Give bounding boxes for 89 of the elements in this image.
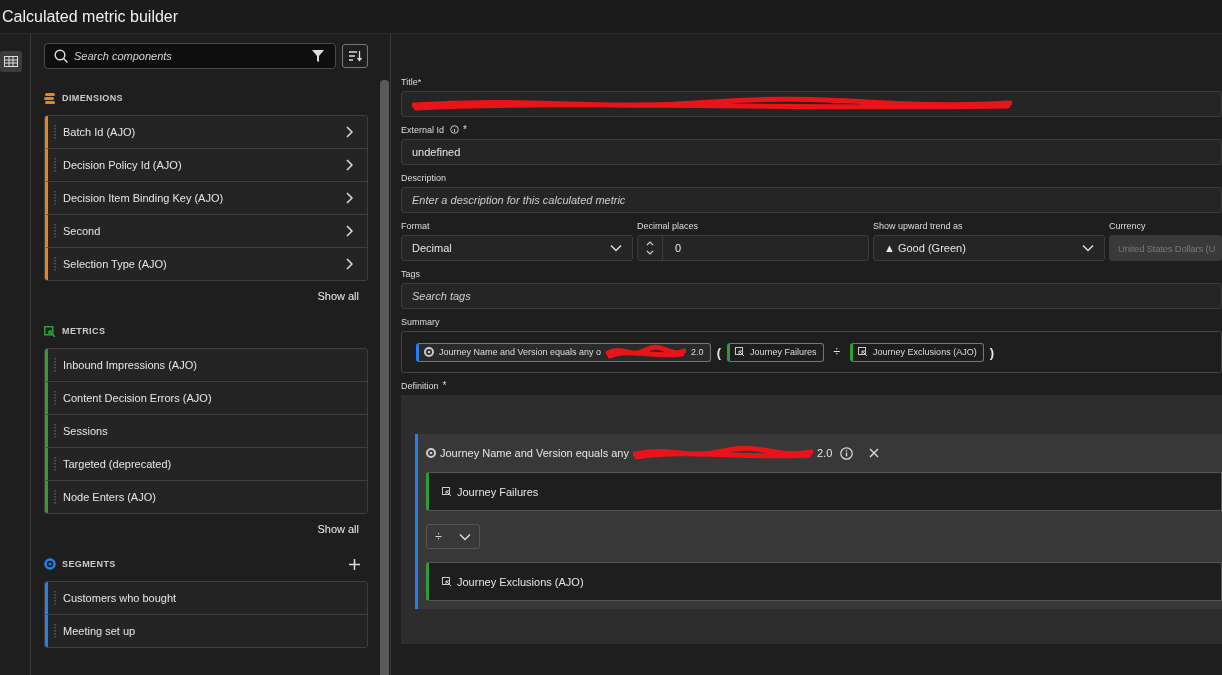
drag-handle-icon	[54, 158, 56, 172]
required-mark: *	[463, 124, 467, 135]
metric-icon	[858, 347, 869, 357]
field-label: Description	[401, 172, 447, 183]
field-label: External Id	[401, 124, 445, 135]
metric-row[interactable]: Journey Failures	[426, 472, 1222, 511]
operator-dropdown[interactable]: ÷	[426, 524, 480, 549]
show-all-link[interactable]: Show all	[317, 523, 359, 535]
section-heading: METRICS	[62, 326, 106, 336]
field-label: Summary	[401, 316, 440, 327]
info-icon	[840, 446, 854, 460]
section-heading: DIMENSIONS	[62, 93, 123, 103]
section-heading: SEGMENTS	[62, 559, 116, 569]
field-label: Tags	[401, 268, 420, 279]
add-button[interactable]	[349, 558, 360, 570]
chevron-right-icon	[345, 258, 353, 270]
table-icon	[4, 56, 18, 67]
drag-handle-icon	[54, 125, 56, 139]
sort-icon	[348, 50, 362, 62]
window-title: Calculated metric builder	[2, 7, 179, 26]
scrollbar-thumb[interactable]	[380, 80, 389, 675]
panel-toggle-button[interactable]	[0, 51, 22, 72]
field-label: Currency	[1109, 220, 1146, 231]
decimal-places-field[interactable]: 0	[637, 235, 869, 261]
info-icon	[450, 125, 460, 134]
component-item[interactable]: Decision Policy Id (AJO)	[45, 149, 367, 182]
metric-icon	[442, 576, 452, 587]
chevron-right-icon	[345, 159, 353, 171]
component-item[interactable]: Content Decision Errors (AJO)	[45, 382, 367, 415]
close-button[interactable]	[869, 448, 880, 458]
drag-handle-icon	[54, 424, 56, 438]
drag-handle-icon	[54, 224, 56, 238]
format-dropdown[interactable]: Decimal	[401, 235, 633, 261]
field-label: Definition	[401, 380, 439, 391]
chevron-right-icon	[345, 126, 353, 138]
component-item[interactable]: Second	[45, 215, 367, 248]
description-field[interactable]: Enter a description for this calculated metric	[401, 187, 1222, 213]
component-item[interactable]: Inbound Impressions (AJO)	[45, 349, 367, 382]
component-item[interactable]: Sessions	[45, 415, 367, 448]
metric-row[interactable]: Journey Exclusions (AJO)	[426, 562, 1222, 601]
metric-chip[interactable]: Journey Failures	[726, 342, 824, 362]
drag-handle-icon	[54, 591, 56, 605]
plus-icon	[349, 558, 360, 570]
component-item[interactable]: Targeted (deprecated)	[45, 448, 367, 481]
parenthesis: (	[716, 344, 721, 360]
container-title: Journey Name and Version equals any	[440, 447, 629, 459]
search-icon	[54, 49, 68, 63]
segment-chip[interactable]: Journey Name and Version equals any o 2.0	[416, 342, 711, 362]
field-label: Title*	[401, 76, 422, 87]
component-item[interactable]: Customers who bought	[45, 582, 367, 615]
component-item[interactable]: Decision Item Binding Key (AJO)	[45, 182, 367, 215]
drag-handle-icon	[54, 391, 56, 405]
field-label: Decimal places	[637, 220, 699, 231]
filter-icon	[311, 49, 325, 63]
segment-icon	[424, 347, 434, 357]
chevron-right-icon	[345, 225, 353, 237]
chevron-right-icon	[345, 192, 353, 204]
drag-handle-icon	[54, 490, 56, 504]
component-item[interactable]: Selection Type (AJO)	[45, 248, 367, 280]
drag-handle-icon	[54, 624, 56, 638]
metric-chip[interactable]: Journey Exclusions (AJO)	[850, 342, 984, 362]
version-text: 2.0	[816, 447, 833, 459]
drag-handle-icon	[54, 457, 56, 471]
field-label: Format	[401, 220, 430, 231]
metric-icon	[442, 486, 452, 497]
stepper-arrows-icon	[646, 240, 654, 256]
required-mark: *	[442, 380, 447, 391]
component-item[interactable]: Batch Id (AJO)	[45, 116, 367, 149]
title-field[interactable]	[401, 91, 1222, 117]
search-field[interactable]: Search components	[44, 43, 336, 69]
tags-field[interactable]: Search tags	[401, 283, 1222, 309]
field-label: Show upward trend as	[873, 220, 963, 231]
chevron-down-icon	[458, 532, 471, 541]
sort-button[interactable]	[342, 44, 368, 68]
show-all-link[interactable]: Show all	[317, 290, 359, 302]
drag-handle-icon	[54, 257, 56, 271]
segment-icon	[426, 448, 436, 458]
trend-dropdown[interactable]: ▲ Good (Green)	[873, 235, 1105, 261]
parenthesis: )	[989, 344, 994, 360]
chevron-down-icon	[1082, 244, 1094, 252]
close-icon	[869, 448, 880, 458]
external-id-field[interactable]: undefined	[401, 139, 1222, 165]
drag-handle-icon	[54, 358, 56, 372]
component-item[interactable]: Node Enters (AJO)	[45, 481, 367, 513]
drag-handle-icon	[54, 191, 56, 205]
metric-icon	[734, 347, 745, 357]
chevron-down-icon	[610, 244, 622, 252]
component-item[interactable]: Meeting set up	[45, 615, 367, 647]
operator-sign: ÷	[833, 345, 841, 359]
